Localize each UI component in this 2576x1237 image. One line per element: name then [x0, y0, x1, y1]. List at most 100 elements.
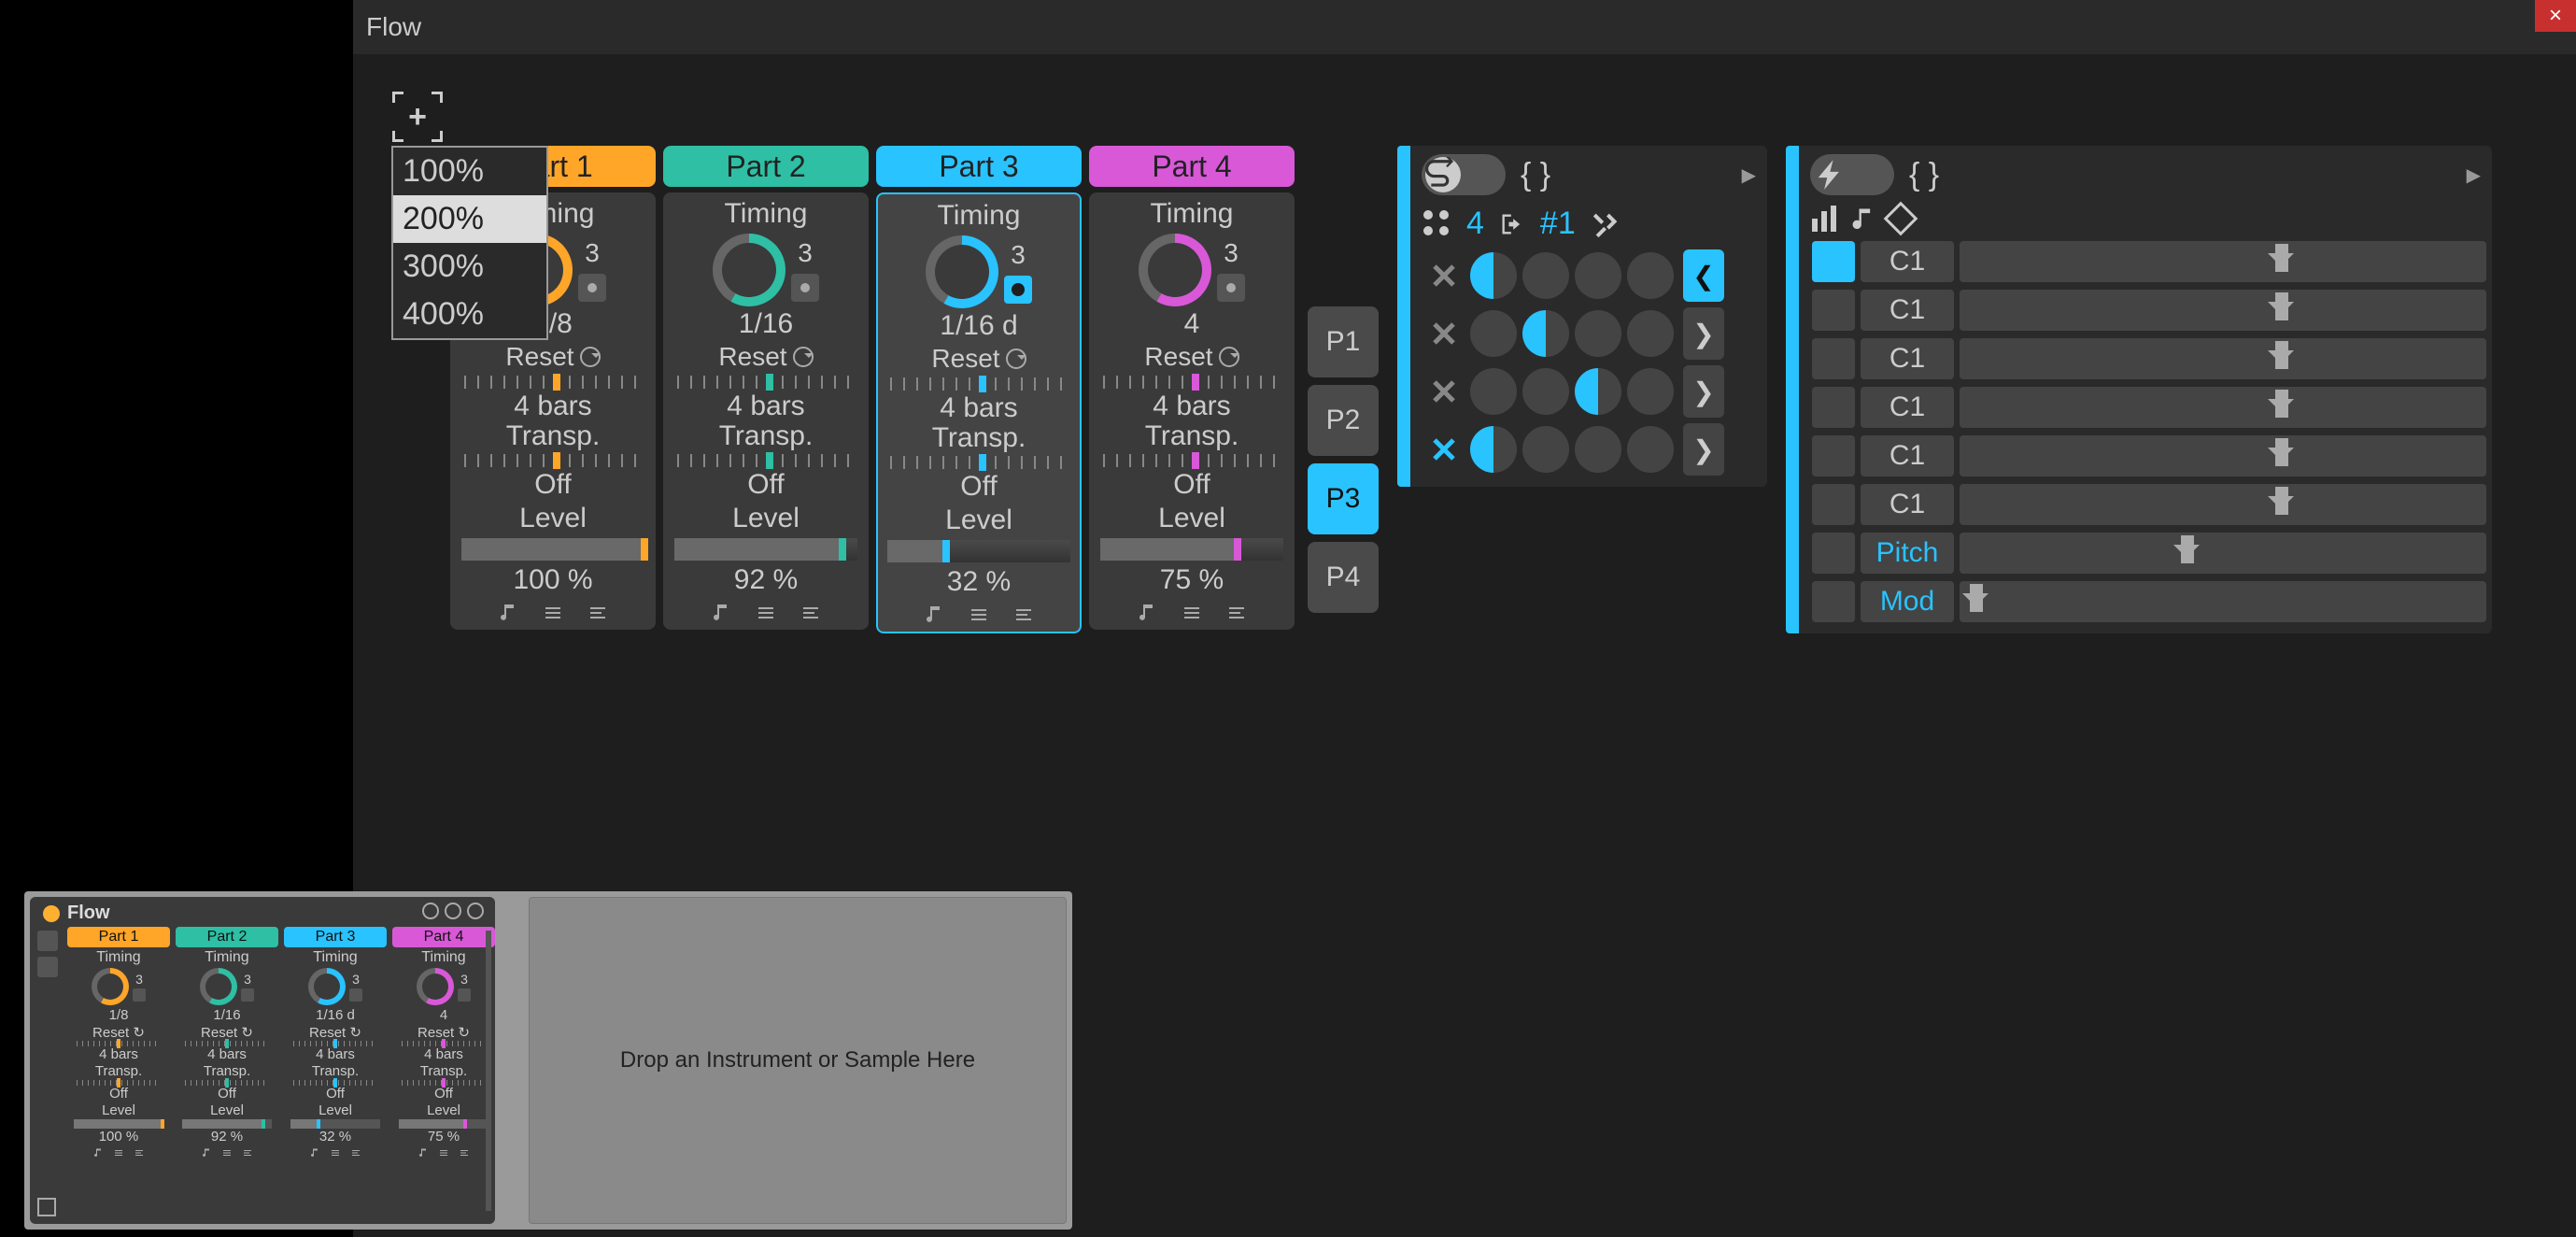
grid-cell[interactable] — [1575, 426, 1621, 473]
notes-icon[interactable] — [1134, 602, 1160, 624]
list-icon[interactable] — [798, 602, 824, 624]
grid-cell[interactable] — [1575, 252, 1621, 299]
dot-toggle[interactable] — [791, 274, 819, 302]
row-x-button[interactable] — [1423, 429, 1465, 470]
grid-cell[interactable] — [1522, 252, 1569, 299]
timing-knob[interactable] — [1139, 234, 1211, 306]
reset-button[interactable]: Reset — [718, 342, 813, 372]
thumb-part[interactable]: Part 1 Timing 3 1/8 Reset ↻ 4 bars Trans… — [67, 927, 170, 1159]
thumb-part[interactable]: Part 3 Timing 3 1/16 d Reset ↻ 4 bars Tr… — [284, 927, 387, 1159]
zoom-option[interactable]: 300% — [393, 243, 546, 291]
thumb-header-icons[interactable] — [422, 903, 484, 919]
timing-knob[interactable] — [926, 235, 998, 308]
lane-mode-pill[interactable] — [1810, 154, 1894, 195]
lane-slider[interactable] — [1960, 533, 2486, 574]
note-icon[interactable] — [1849, 206, 1875, 232]
shuffle-icon[interactable] — [1591, 208, 1622, 240]
transpose-slider[interactable] — [890, 456, 1068, 469]
thumb-expand-icon[interactable] — [37, 1198, 56, 1216]
menu-icon[interactable] — [1179, 602, 1205, 624]
timing-value[interactable]: 3 — [1011, 240, 1026, 270]
part-header[interactable]: Part 3 — [876, 146, 1082, 187]
timing-value[interactable]: 3 — [1224, 238, 1238, 268]
bars-slider[interactable] — [464, 376, 642, 389]
thumb-side-buttons[interactable] — [37, 931, 58, 977]
lane-slider[interactable] — [1960, 435, 2486, 476]
lane-name[interactable]: C1 — [1861, 387, 1954, 428]
menu-icon[interactable] — [540, 602, 566, 624]
lane-name[interactable]: C1 — [1861, 435, 1954, 476]
part-header[interactable]: Part 4 — [1089, 146, 1295, 187]
thumb-part[interactable]: Part 4 Timing 3 4 Reset ↻ 4 bars Transp.… — [392, 927, 495, 1159]
lane-slider[interactable] — [1960, 241, 2486, 282]
transpose-slider[interactable] — [677, 454, 855, 467]
lane-enable[interactable] — [1812, 290, 1855, 331]
braces-icon[interactable]: { } — [1909, 157, 1939, 193]
grid-step-count[interactable]: 4 — [1466, 206, 1484, 242]
part-header[interactable]: Part 2 — [663, 146, 869, 187]
lane-enable[interactable] — [1812, 533, 1855, 574]
lane-enable[interactable] — [1812, 435, 1855, 476]
row-nav-button[interactable]: ❯ — [1683, 423, 1724, 476]
lane-slider[interactable] — [1960, 484, 2486, 525]
thumb-part[interactable]: Part 2 Timing 3 1/16 Reset ↻ 4 bars Tran… — [176, 927, 278, 1159]
level-slider[interactable] — [887, 540, 1070, 562]
grid-cell[interactable] — [1575, 368, 1621, 415]
dot-toggle[interactable] — [1217, 274, 1245, 302]
part-tab[interactable]: P3 — [1308, 463, 1379, 534]
lane-name[interactable]: C1 — [1861, 290, 1954, 331]
lane-enable[interactable] — [1812, 581, 1855, 622]
row-nav-button[interactable]: ❮ — [1683, 249, 1724, 302]
reset-button[interactable]: Reset — [931, 344, 1026, 374]
part-tab[interactable]: P2 — [1308, 385, 1379, 456]
lane-enable[interactable] — [1812, 241, 1855, 282]
drop-zone[interactable]: Drop an Instrument or Sample Here — [529, 897, 1067, 1224]
part-tab[interactable]: P1 — [1308, 306, 1379, 377]
list-icon[interactable] — [1224, 602, 1250, 624]
list-icon[interactable] — [585, 602, 611, 624]
expand-add-button[interactable]: + — [392, 92, 443, 142]
reset-button[interactable]: Reset — [505, 342, 600, 372]
reset-button[interactable]: Reset — [1144, 342, 1238, 372]
grid-cell[interactable] — [1627, 252, 1674, 299]
timing-denominator[interactable]: 4 — [1184, 308, 1200, 340]
row-x-button[interactable] — [1423, 255, 1465, 296]
transpose-slider[interactable] — [1103, 454, 1281, 467]
level-slider[interactable] — [1100, 538, 1283, 561]
grid-cell[interactable] — [1470, 426, 1517, 473]
lane-slider[interactable] — [1960, 338, 2486, 379]
row-x-button[interactable] — [1423, 313, 1465, 354]
row-nav-button[interactable]: ❯ — [1683, 365, 1724, 418]
braces-icon[interactable]: { } — [1521, 157, 1550, 193]
grid-cell[interactable] — [1575, 310, 1621, 357]
lane-slider[interactable] — [1960, 581, 2486, 622]
notes-icon[interactable] — [708, 602, 734, 624]
bars-slider[interactable] — [890, 377, 1068, 391]
bars-slider[interactable] — [677, 376, 855, 389]
dot-toggle[interactable] — [578, 274, 606, 302]
grid-layout-icon[interactable] — [1423, 210, 1451, 238]
lane-name[interactable]: C1 — [1861, 484, 1954, 525]
lane-enable[interactable] — [1812, 338, 1855, 379]
dot-toggle[interactable] — [1004, 276, 1032, 304]
lane-slider[interactable] — [1960, 290, 2486, 331]
part-tab[interactable]: P4 — [1308, 542, 1379, 613]
notes-icon[interactable] — [495, 602, 521, 624]
menu-icon[interactable] — [753, 602, 779, 624]
velocity-icon[interactable] — [1812, 206, 1836, 232]
grid-cell[interactable] — [1522, 310, 1569, 357]
grid-cell[interactable] — [1627, 310, 1674, 357]
zoom-option[interactable]: 400% — [393, 291, 546, 338]
thumb-scrollbar[interactable] — [486, 931, 491, 1211]
lane-slider[interactable] — [1960, 387, 2486, 428]
lane-name[interactable]: C1 — [1861, 241, 1954, 282]
close-button[interactable]: × — [2535, 0, 2576, 32]
diamond-icon[interactable] — [1884, 202, 1918, 236]
grid-cell[interactable] — [1470, 368, 1517, 415]
timing-value[interactable]: 3 — [585, 238, 600, 268]
grid-preset[interactable]: #1 — [1540, 206, 1576, 242]
grid-cell[interactable] — [1627, 426, 1674, 473]
zoom-option[interactable]: 200% — [393, 195, 546, 243]
row-x-button[interactable] — [1423, 371, 1465, 412]
transpose-slider[interactable] — [464, 454, 642, 467]
